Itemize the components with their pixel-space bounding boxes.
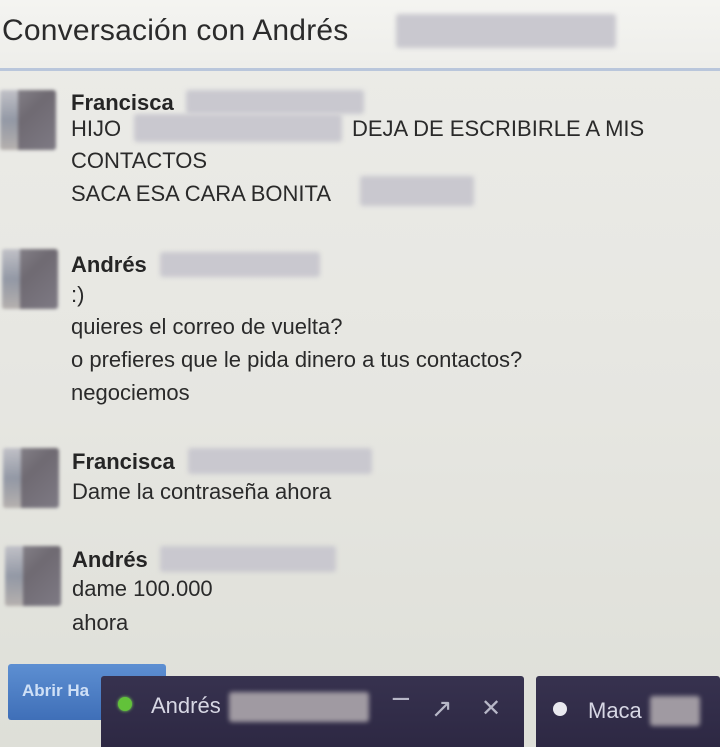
message-sender: Andrés [71,252,147,277]
message-line: HIJO [71,116,122,141]
message-sender: Francisca [71,90,174,115]
message-line: o prefieres que le pida dinero a tus con… [71,347,523,372]
open-chat-button-label: Abrir Ha [22,681,90,700]
redacted-surname [396,14,616,48]
chat-tab-andres[interactable]: Andrés − ↗ ✕ [101,676,524,747]
message-sender: Francisca [72,449,175,474]
redacted-surname [650,696,700,726]
chat-window: Conversación con Andrés Francisca HIJO D… [0,0,720,747]
message-line: ahora [72,610,129,635]
redacted-surname [229,692,369,722]
message-line: dame 100.000 [72,576,213,601]
redacted-surname [188,448,372,474]
redacted-text [134,114,342,142]
redacted-surname [160,252,320,277]
avatar [3,448,59,508]
message-sender: Andrés [72,547,148,572]
minimize-icon[interactable]: − [390,686,412,712]
chat-tab-name: Andrés [151,693,221,718]
avatar [2,249,58,309]
close-icon[interactable]: ✕ [481,696,501,720]
away-status-icon [553,702,567,716]
message-line: :) [71,282,85,307]
redacted-surname [160,546,336,572]
chat-header: Conversación con Andrés [0,0,720,71]
avatar [0,90,56,150]
redacted-text [360,176,474,206]
chat-tab-name: Maca [588,698,642,723]
message-line: CONTACTOS [71,148,208,173]
online-status-icon [118,697,132,711]
avatar [5,546,61,606]
message-line: DEJA DE ESCRIBIRLE A MIS [352,116,645,141]
message-line: SACA ESA CARA BONITA [71,181,332,206]
conversation-title: Conversación con Andrés [2,14,349,47]
message-line: Dame la contraseña ahora [72,479,332,504]
message-line: quieres el correo de vuelta? [71,314,343,339]
redacted-surname [186,90,364,114]
popout-icon[interactable]: ↗ [431,696,453,722]
chat-tab-maca[interactable]: Maca [536,676,720,747]
message-line: negociemos [71,380,190,405]
